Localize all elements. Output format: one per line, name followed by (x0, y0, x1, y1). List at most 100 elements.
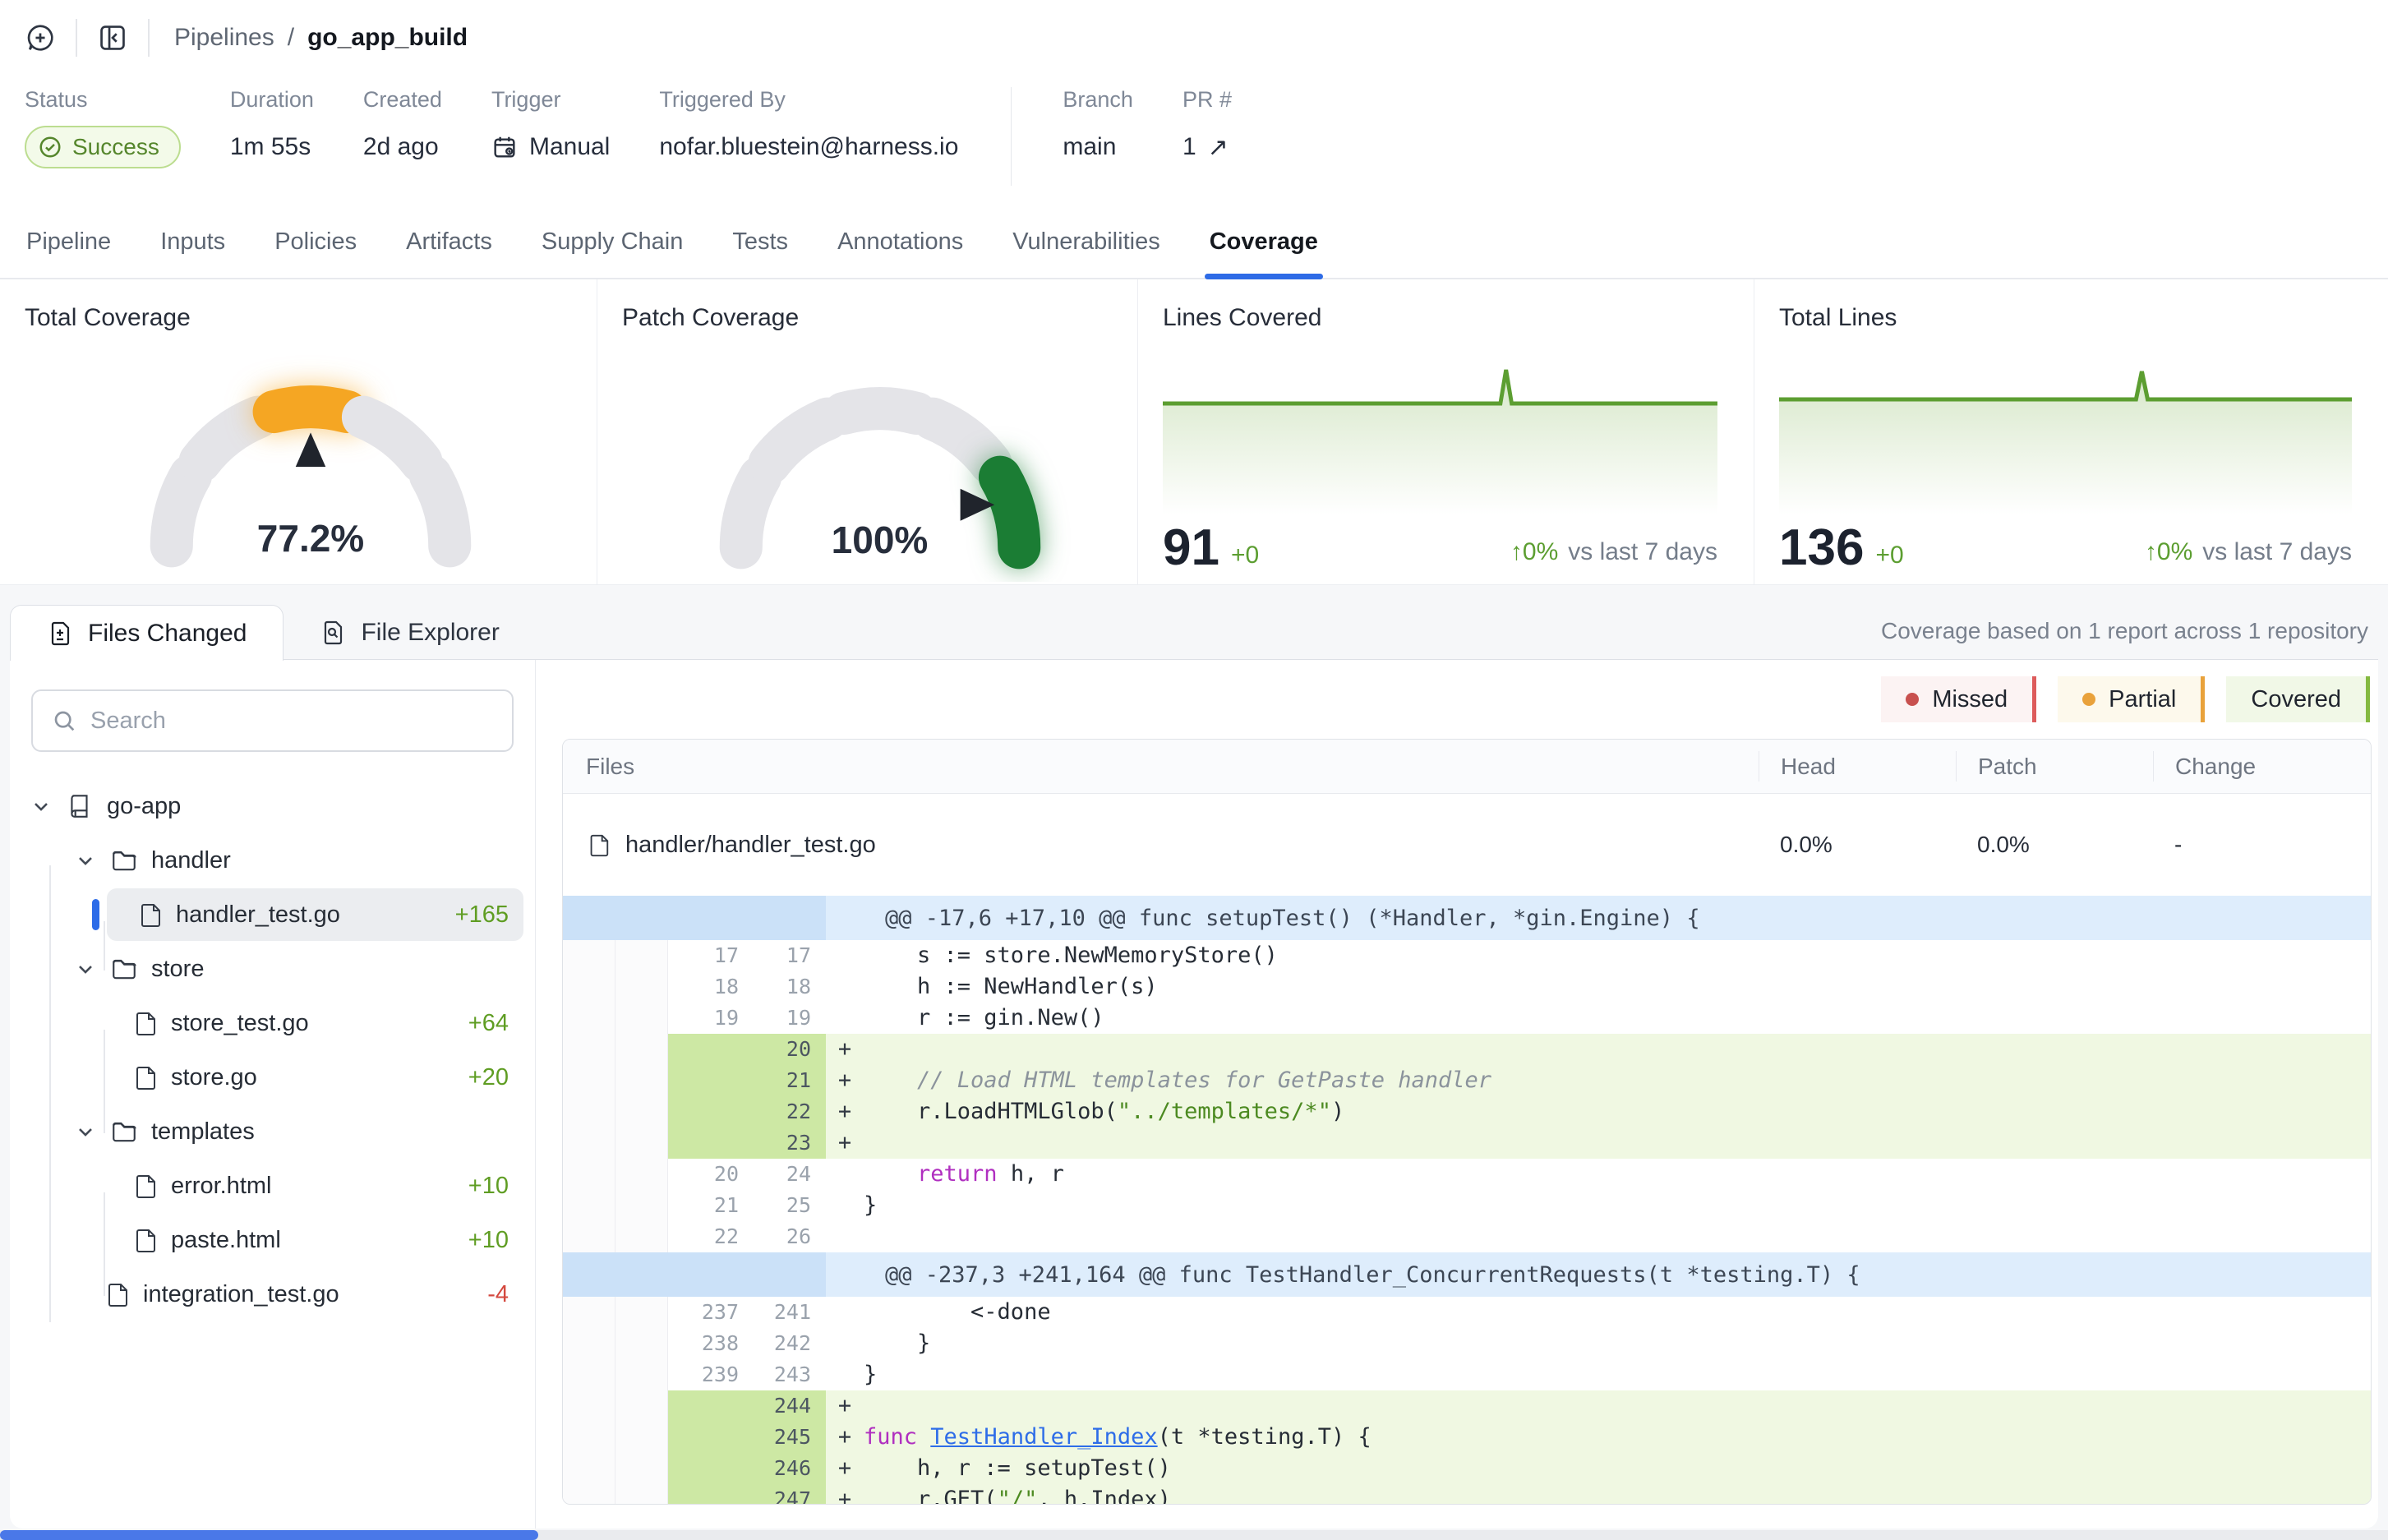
old-line-number: 238 (668, 1328, 754, 1359)
tab-annotations[interactable]: Annotations (836, 205, 965, 278)
diff-line: 1717 s := store.NewMemoryStore() (563, 940, 2371, 971)
total-lines-value: 136 (1779, 523, 1864, 574)
patch-coverage-value: 100% (687, 518, 1073, 562)
status-fields: StatusSuccess Duration1m 55s Created2d ago… (25, 87, 1007, 167)
column-header-head: Head (1759, 751, 1956, 782)
chevron-down-icon[interactable] (74, 849, 97, 872)
tree-item-handler[interactable]: handler (21, 834, 523, 887)
legend-bar (2366, 676, 2370, 722)
diff-marker: + (826, 1127, 864, 1159)
new-line-number: 245 (754, 1422, 826, 1453)
code-text: r := gin.New() (864, 1003, 2371, 1034)
tab-policies[interactable]: Policies (273, 205, 358, 278)
tree-item-templates[interactable]: templates (21, 1105, 523, 1158)
new-line-number: 23 (754, 1127, 826, 1159)
patch-coverage-gauge: 100% (687, 334, 1073, 582)
diff-line: 239243} (563, 1359, 2371, 1390)
status-label: Trigger (491, 87, 610, 113)
coverage-metric-cards: Total Coverage 77.2% Patch Coverage 100%… (0, 279, 2388, 585)
tree-item-store[interactable]: store (21, 943, 523, 995)
tree-item-go-app[interactable]: go-app (21, 780, 523, 832)
lines-covered-value: 91 (1163, 523, 1219, 574)
collapse-panel-icon[interactable] (94, 19, 131, 57)
diff-line: 1818 h := NewHandler(s) (563, 971, 2371, 1003)
new-line-number: 241 (754, 1297, 826, 1328)
tree-item-label: integration_test.go (143, 1281, 339, 1308)
diff-line: 21+ // Load HTML templates for GetPaste … (563, 1065, 2371, 1096)
tab-inputs[interactable]: Inputs (159, 205, 227, 278)
status-label: Status (25, 87, 181, 113)
old-line-number (668, 1096, 754, 1127)
tree-item-label: handler_test.go (176, 901, 340, 929)
chevron-down-icon[interactable] (74, 957, 97, 980)
breadcrumb-pipelines[interactable]: Pipelines (174, 24, 274, 52)
code-text: } (864, 1328, 2371, 1359)
tab-supply-chain[interactable]: Supply Chain (540, 205, 685, 278)
tab-vulnerabilities[interactable]: Vulnerabilities (1011, 205, 1161, 278)
coverage-gutter (563, 1096, 615, 1127)
code-text: } (864, 1190, 2371, 1221)
lines-covered-compare: vs last 7 days (1568, 538, 1717, 574)
coverage-gutter (563, 1484, 615, 1505)
coverage-gutter (563, 1065, 615, 1096)
tab-tests[interactable]: Tests (731, 205, 790, 278)
legend-chip-partial[interactable]: Partial (2058, 676, 2201, 722)
breadcrumb-current: go_app_build (307, 24, 468, 52)
gauge-segment (843, 408, 916, 413)
file-view-tabs: Files ChangedFile Explorer (10, 604, 2378, 660)
coverage-gutter (615, 1359, 668, 1390)
external-link-icon: ↗ (1208, 133, 1229, 162)
status-field-created: Created2d ago (363, 87, 442, 167)
horizontal-scrollbar-thumb[interactable] (0, 1530, 538, 1540)
new-line-number: 247 (754, 1484, 826, 1505)
status-value-pr[interactable]: 1↗ (1182, 127, 1232, 167)
tab-coverage[interactable]: Coverage (1208, 205, 1320, 278)
legend-chip-missed[interactable]: Missed (1881, 676, 2032, 722)
tree-item-label: error.html (171, 1173, 271, 1200)
chevron-down-icon[interactable] (30, 795, 53, 818)
gauge-segment (201, 417, 258, 462)
diff-marker: + (826, 1065, 864, 1096)
diff-marker: + (826, 1453, 864, 1484)
tree-item-handler-test-go[interactable]: handler_test.go+165 (107, 888, 523, 941)
diff-table: Files Head Patch Change handler/handler_… (562, 739, 2372, 1505)
main-tab-bar: Pipeline Inputs Policies Artifacts Supply Ch… (0, 205, 2388, 279)
legend-chip-covered[interactable]: Covered (2226, 676, 2366, 722)
new-line-number: 21 (754, 1065, 826, 1096)
view-tab-files-changed[interactable]: Files Changed (10, 605, 284, 661)
code-text: return h, r (864, 1159, 2371, 1190)
file-row[interactable]: handler/handler_test.go 0.0% 0.0% - (563, 794, 2371, 896)
tree-item-store-go[interactable]: store.go+20 (21, 1051, 523, 1104)
new-line-number: 18 (754, 971, 826, 1003)
tree-item-label: store (151, 956, 204, 983)
diff-line: 237241 <-done (563, 1297, 2371, 1328)
tab-pipeline[interactable]: Pipeline (25, 205, 113, 278)
code-text: func TestHandler_Index(t *testing.T) { (864, 1422, 2371, 1453)
search-input[interactable] (90, 708, 494, 735)
new-line-number: 17 (754, 940, 826, 971)
tree-item-integration-test-go[interactable]: integration_test.go-4 (21, 1268, 523, 1321)
tab-artifacts[interactable]: Artifacts (404, 205, 494, 278)
total-lines-title: Total Lines (1779, 304, 2352, 332)
old-line-number: 20 (668, 1159, 754, 1190)
chevron-down-icon[interactable] (74, 1120, 97, 1143)
feedback-bubble-icon[interactable] (21, 19, 59, 57)
coverage-legend: Missed Partial Covered (536, 660, 2378, 739)
diff-line: 245+func TestHandler_Index(t *testing.T)… (563, 1422, 2371, 1453)
tree-item-paste-html[interactable]: paste.html+10 (21, 1214, 523, 1266)
file-patch-coverage: 0.0% (1956, 832, 2153, 858)
status-field-duration: Duration1m 55s (230, 87, 314, 167)
legend-group-partial: Partial (2058, 676, 2205, 722)
tree-item-error-html[interactable]: error.html+10 (21, 1160, 523, 1212)
diff-line: 246+ h, r := setupTest() (563, 1453, 2371, 1484)
view-tab-file-explorer[interactable]: File Explorer (284, 606, 535, 660)
tree-item-change-badge: +20 (468, 1064, 523, 1091)
diff-line: 2125} (563, 1190, 2371, 1221)
coverage-gutter (563, 1328, 615, 1359)
file-change: - (2153, 832, 2371, 858)
column-header-patch: Patch (1956, 751, 2153, 782)
status-field-status: StatusSuccess (25, 87, 181, 167)
diff-line: 23+ (563, 1127, 2371, 1159)
tree-item-change-badge: +10 (468, 1227, 523, 1254)
tree-item-store-test-go[interactable]: store_test.go+64 (21, 997, 523, 1049)
